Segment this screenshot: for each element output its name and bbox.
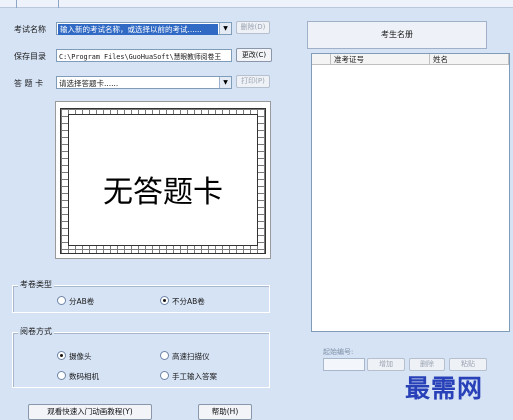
grading-method-title: 阅卷方式 [18,326,54,337]
change-dir-button[interactable]: 更改(C) [236,48,272,62]
student-list-header[interactable]: 考生名册 [307,21,487,49]
answer-card-value: 请选择答题卡...... [59,79,119,88]
exam-type-title: 考卷类型 [18,279,54,290]
top-tab-strip [0,0,513,8]
tab-divider [16,0,17,8]
column-header-name[interactable]: 姓名 [430,54,509,65]
student-list[interactable]: 准考证号 姓名 [311,53,510,332]
exam-name-combo[interactable]: 输入新的考试名称，或选择以前的考试...... ▼ [56,22,232,35]
watermark-text: 最需网 [405,374,484,403]
radio-ab-split-label[interactable]: 分AB卷 [69,296,94,307]
column-header-blank [312,54,331,65]
radio-camera[interactable] [57,351,66,360]
exam-name-label: 考试名称 [14,25,46,34]
answer-card-canvas: 无答题卡 [68,114,258,246]
no-answer-card-text: 无答题卡 [103,175,223,210]
radio-scanner[interactable] [160,351,169,360]
tab-divider [58,0,59,8]
grading-method-group [12,332,270,388]
add-student-button[interactable]: 增加 [367,358,405,371]
radio-no-ab-split[interactable] [160,296,169,305]
answer-card-label: 答 题 卡 [14,79,44,88]
radio-scanner-label[interactable]: 高速扫描仪 [172,351,210,362]
radio-no-ab-split-label[interactable]: 不分AB卷 [172,296,205,307]
save-dir-field[interactable]: C:\Program Files\GuoHuaSoft\慧眼教师阅卷王 [56,49,232,62]
answer-card-preview: 无答题卡 [55,101,271,259]
save-dir-label: 保存目录 [14,52,46,61]
exam-name-value: 输入新的考试名称，或选择以前的考试...... [58,24,218,35]
save-dir-value: C:\Program Files\GuoHuaSoft\慧眼教师阅卷王 [59,53,222,61]
start-number-label: 起始编号: [323,348,354,356]
radio-manual-input-label[interactable]: 手工输入答案 [172,371,217,382]
radio-digital-camera-label[interactable]: 数码相机 [69,371,99,382]
radio-digital-camera[interactable] [57,371,66,380]
start-number-input[interactable] [323,358,365,371]
radio-ab-split[interactable] [57,296,66,305]
chevron-down-icon[interactable]: ▼ [219,77,231,88]
chevron-down-icon[interactable]: ▼ [219,23,231,34]
print-button[interactable]: 打印(P) [236,75,270,88]
radio-manual-input[interactable] [160,371,169,380]
answer-card-combo[interactable]: 请选择答题卡...... ▼ [56,76,232,89]
delete-exam-button[interactable]: 删除(D) [236,21,270,34]
column-header-exam-id[interactable]: 准考证号 [331,54,430,65]
radio-camera-label[interactable]: 摄像头 [69,351,92,362]
